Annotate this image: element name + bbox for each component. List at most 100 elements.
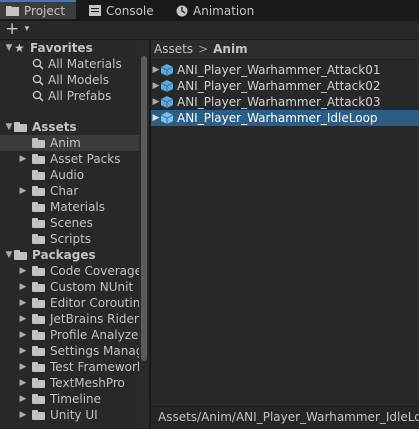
favorite-item-label: All Materials xyxy=(48,57,122,71)
search-icon xyxy=(32,74,44,86)
tree-item-package[interactable]: ▶ Test Framework xyxy=(18,359,139,375)
selected-asset-path: Assets/Anim/ANI_Player_Warhammer_IdleLoo… xyxy=(158,410,419,424)
expand-arrow-icon[interactable]: ▶ xyxy=(18,343,28,359)
tree-scrollbar-thumb[interactable] xyxy=(141,56,147,361)
breadcrumb: Assets > Anim xyxy=(151,40,419,60)
tree-item-label: Timeline xyxy=(50,392,102,406)
tree-item-package[interactable]: ▶ Settings Manag xyxy=(18,343,139,359)
expand-arrow-icon[interactable]: ▼ xyxy=(4,247,14,263)
folder-icon xyxy=(32,234,46,244)
tree-item-label: Scripts xyxy=(50,232,92,246)
tree-item-scenes[interactable]: Scenes xyxy=(32,215,93,231)
asset-row-selected[interactable]: ▶ ANI_Player_Warhammer_IdleLoop xyxy=(151,110,419,126)
tree-item-package[interactable]: ▶ Unity UI xyxy=(18,407,98,423)
folder-icon xyxy=(32,154,46,164)
favorite-item[interactable]: All Prefabs xyxy=(32,88,111,104)
expand-arrow-icon[interactable]: ▼ xyxy=(4,40,14,56)
tree-item-label: JetBrains Rider xyxy=(50,312,139,326)
tree-item-audio[interactable]: Audio xyxy=(32,167,84,183)
tree-item-label: Code Coverage xyxy=(50,264,139,278)
toolbar: + ▾ xyxy=(0,19,419,40)
expand-arrow-icon[interactable]: ▶ xyxy=(18,279,28,295)
expand-arrow-icon[interactable]: ▼ xyxy=(4,119,14,135)
folder-icon xyxy=(32,378,46,388)
expand-arrow-icon[interactable]: ▶ xyxy=(18,183,28,199)
tree-item-anim[interactable]: Anim xyxy=(0,135,139,151)
folder-open-icon xyxy=(14,122,28,132)
status-bar: Assets/Anim/ANI_Player_Warhammer_IdleLoo… xyxy=(151,406,419,429)
folder-icon xyxy=(32,314,46,324)
expand-arrow-icon[interactable]: ▶ xyxy=(18,391,28,407)
folder-icon xyxy=(32,346,46,356)
breadcrumb-anim[interactable]: Anim xyxy=(213,42,247,56)
tree-item-asset-packs[interactable]: ▶ Asset Packs xyxy=(18,151,121,167)
tree-item-scripts[interactable]: Scripts xyxy=(32,231,91,247)
tree-item-package[interactable]: ▶ Timeline xyxy=(18,391,102,407)
tree-item-label: Editor Coroutine xyxy=(50,296,139,310)
tree-item-char[interactable]: ▶ Char xyxy=(18,183,79,199)
tree-item-label: Custom NUnit xyxy=(50,280,134,294)
tab-bar: Project Console Animation xyxy=(0,0,419,21)
breadcrumb-separator-icon: > xyxy=(198,42,209,56)
expand-arrow-icon[interactable]: ▶ xyxy=(18,375,28,391)
breadcrumb-assets[interactable]: Assets xyxy=(154,42,193,56)
folder-icon xyxy=(32,266,46,276)
asset-name: ANI_Player_Warhammer_Attack01 xyxy=(177,63,381,77)
folder-icon xyxy=(32,298,46,308)
expand-arrow-icon[interactable]: ▶ xyxy=(18,295,28,311)
expand-arrow-icon[interactable]: ▶ xyxy=(18,327,28,343)
favorite-item[interactable]: All Models xyxy=(32,72,109,88)
packages-header[interactable]: ▼ Packages xyxy=(4,247,96,263)
expand-arrow-icon[interactable]: ▶ xyxy=(151,94,161,110)
asset-name: ANI_Player_Warhammer_IdleLoop xyxy=(177,111,378,125)
expand-arrow-icon[interactable]: ▶ xyxy=(18,407,28,423)
project-tree: ▼ ★ Favorites All Materials All Models A… xyxy=(0,40,139,428)
expand-arrow-icon[interactable]: ▶ xyxy=(151,110,161,126)
tree-item-package[interactable]: ▶ Custom NUnit xyxy=(18,279,134,295)
tab-console[interactable]: Console xyxy=(89,0,154,21)
favorite-item-label: All Models xyxy=(48,73,109,87)
tree-item-label: Char xyxy=(50,184,79,198)
add-button[interactable]: + ▾ xyxy=(5,19,29,39)
model-icon xyxy=(161,64,173,76)
folder-icon xyxy=(32,394,46,404)
tab-project[interactable]: Project xyxy=(0,0,76,19)
favorite-item[interactable]: All Materials xyxy=(32,56,122,72)
tree-item-materials[interactable]: Materials xyxy=(32,199,105,215)
asset-row[interactable]: ▶ ANI_Player_Warhammer_Attack03 xyxy=(151,94,419,110)
folder-icon xyxy=(6,6,19,16)
favorite-item-label: All Prefabs xyxy=(48,89,112,103)
star-icon: ★ xyxy=(14,41,25,55)
tree-item-label: Scenes xyxy=(50,216,93,230)
expand-arrow-icon[interactable]: ▶ xyxy=(18,263,28,279)
tree-item-package[interactable]: ▶ Editor Coroutine xyxy=(18,295,139,311)
tree-item-package[interactable]: ▶ JetBrains Rider xyxy=(18,311,139,327)
expand-arrow-icon[interactable]: ▶ xyxy=(18,151,28,167)
asset-name: ANI_Player_Warhammer_Attack03 xyxy=(177,95,381,109)
tree-item-package[interactable]: ▶ Code Coverage xyxy=(18,263,139,279)
asset-row[interactable]: ▶ ANI_Player_Warhammer_Attack02 xyxy=(151,78,419,94)
folder-icon xyxy=(32,186,46,196)
expand-arrow-icon[interactable]: ▶ xyxy=(151,78,161,94)
folder-icon xyxy=(32,218,46,228)
asset-row[interactable]: ▶ ANI_Player_Warhammer_Attack01 xyxy=(151,62,419,78)
assets-header[interactable]: ▼ Assets xyxy=(4,119,77,135)
search-icon xyxy=(32,58,44,70)
expand-arrow-icon[interactable]: ▶ xyxy=(18,311,28,327)
folder-icon xyxy=(32,170,46,180)
expand-arrow-icon[interactable]: ▶ xyxy=(151,62,161,78)
folder-icon xyxy=(32,138,46,148)
tree-item-label: Profile Analyzer xyxy=(50,328,139,342)
tree-item-label: Anim xyxy=(50,136,81,150)
folder-icon xyxy=(32,410,46,420)
tab-console-label: Console xyxy=(106,3,154,18)
folder-icon xyxy=(32,362,46,372)
model-icon xyxy=(161,96,173,108)
expand-arrow-icon[interactable]: ▶ xyxy=(18,359,28,375)
tab-project-label: Project xyxy=(24,3,66,18)
tree-item-package[interactable]: ▶ Profile Analyzer xyxy=(18,327,139,343)
favorites-header[interactable]: ▼ ★ Favorites xyxy=(4,40,93,56)
tab-animation[interactable]: Animation xyxy=(176,0,254,21)
tree-item-package[interactable]: ▶ TextMeshPro xyxy=(18,375,125,391)
animation-icon xyxy=(176,5,188,16)
